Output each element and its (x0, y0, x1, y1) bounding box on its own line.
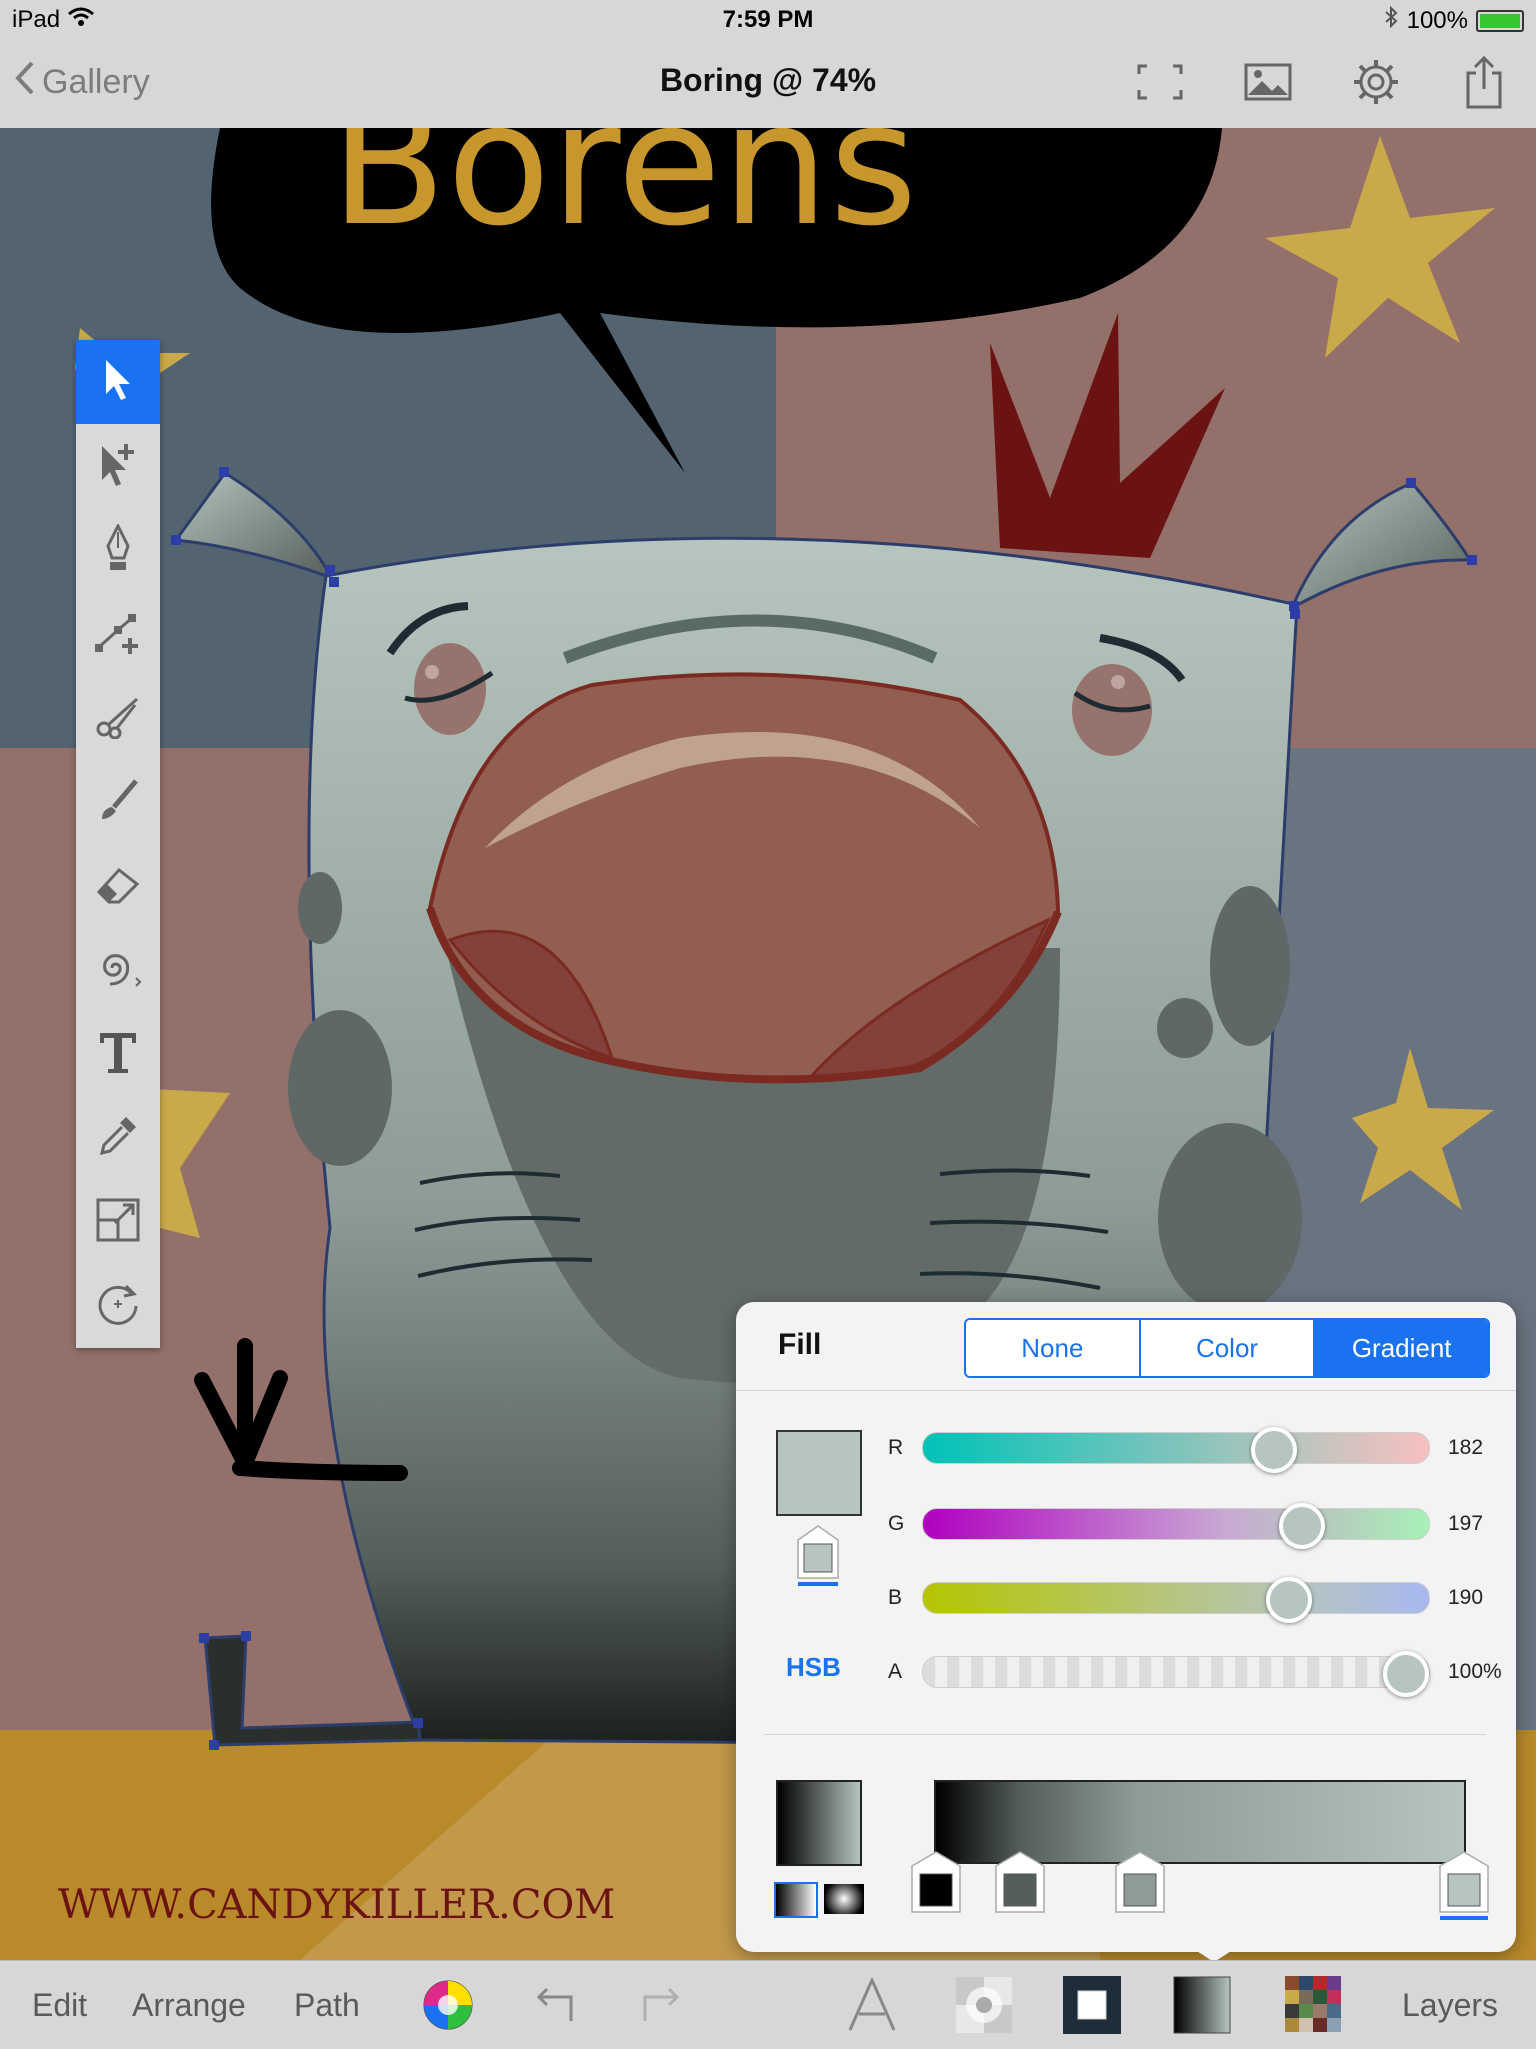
hsb-button[interactable]: HSB (786, 1652, 841, 1683)
gear-icon[interactable] (1348, 54, 1404, 110)
slider-track[interactable] (922, 1577, 1430, 1623)
gradient-stop[interactable] (1114, 1850, 1166, 1916)
layers-button[interactable]: Layers (1402, 1987, 1498, 2024)
radial-gradient-button[interactable] (824, 1884, 864, 1914)
edit-menu[interactable]: Edit (32, 1987, 87, 2024)
slider-a: A 100% (888, 1651, 1508, 1697)
brush-icon (96, 777, 140, 828)
mode-color-button[interactable]: Color (1138, 1320, 1314, 1376)
pen-icon (103, 522, 133, 577)
direct-select-tool[interactable] (76, 424, 160, 508)
slider-track[interactable] (922, 1651, 1430, 1697)
selected-stop-marker[interactable] (796, 1524, 840, 1586)
scale-tool[interactable] (76, 1180, 160, 1264)
speech-text: Borens (330, 128, 918, 264)
linear-gradient-button[interactable] (774, 1882, 818, 1918)
direct-select-icon (96, 440, 140, 493)
gradient-stop-selected[interactable] (1438, 1850, 1490, 1920)
select-tool[interactable] (76, 340, 160, 424)
pen-tool[interactable] (76, 508, 160, 592)
node-tool[interactable] (76, 592, 160, 676)
eyedropper-tool[interactable] (76, 1096, 160, 1180)
bluetooth-icon (1383, 5, 1399, 35)
fill-mode-selector: None Color Gradient (964, 1318, 1490, 1378)
slider-knob[interactable] (1383, 1651, 1429, 1697)
battery-percent: 100% (1406, 6, 1468, 34)
scale-icon (95, 1197, 141, 1248)
slider-label: G (888, 1512, 905, 1535)
swatches-icon[interactable] (1284, 1975, 1344, 2035)
stroke-icon[interactable] (1062, 1975, 1122, 2035)
rotate-icon (94, 1280, 142, 1333)
fill-icon[interactable] (1172, 1975, 1232, 2035)
slider-label: B (888, 1586, 903, 1609)
status-bar: iPad 7:59 PM 100% (0, 0, 1536, 40)
redo-icon[interactable] (630, 1975, 690, 2035)
color-wheel-icon[interactable] (418, 1975, 478, 2035)
slider-label: R (888, 1436, 904, 1459)
arrange-menu[interactable]: Arrange (132, 1987, 246, 2024)
slider-knob[interactable] (1265, 1577, 1312, 1623)
type-style-icon[interactable] (842, 1975, 902, 2035)
node-add-icon (94, 610, 142, 659)
status-time: 7:59 PM (722, 6, 814, 33)
slider-knob[interactable] (1278, 1503, 1325, 1549)
eraser-tool[interactable] (76, 844, 160, 928)
share-icon[interactable] (1456, 54, 1512, 110)
eraser-icon (95, 864, 141, 909)
slider-value: 182 (1448, 1436, 1484, 1459)
scissors-icon (95, 693, 141, 744)
bottom-toolbar: Edit Arrange Path Layers (0, 1960, 1536, 2049)
fill-title: Fill (778, 1328, 822, 1361)
image-icon[interactable] (1240, 54, 1296, 110)
scissors-tool[interactable] (76, 676, 160, 760)
gradient-stop[interactable] (910, 1850, 962, 1916)
slider-track[interactable] (922, 1427, 1430, 1473)
slider-label: A (888, 1660, 903, 1683)
mode-none-button[interactable]: None (966, 1320, 1139, 1376)
nav-bar: Gallery Boring @ 74% (0, 40, 1536, 129)
left-eye (414, 643, 486, 735)
spiral-icon (90, 944, 146, 997)
color-swatch[interactable] (776, 1430, 862, 1516)
path-menu[interactable]: Path (294, 1987, 360, 2024)
slider-b: B 190 (888, 1577, 1508, 1623)
opacity-icon[interactable] (954, 1975, 1014, 2035)
text-tool[interactable] (76, 1012, 160, 1096)
eyedropper-icon (96, 1113, 140, 1164)
brush-tool[interactable] (76, 760, 160, 844)
undo-icon[interactable] (526, 1975, 586, 2035)
slider-value: 190 (1448, 1586, 1484, 1609)
slider-g: G 197 (888, 1503, 1508, 1549)
gradient-preview[interactable] (776, 1780, 862, 1866)
slider-knob[interactable] (1251, 1427, 1298, 1473)
tool-palette (76, 340, 160, 1348)
fill-panel: Fill None Color Gradient HSB R 182 G 197… (736, 1302, 1516, 1952)
slider-r: R 182 (888, 1427, 1508, 1473)
mode-gradient-button[interactable]: Gradient (1313, 1320, 1488, 1376)
slider-track[interactable] (922, 1503, 1430, 1549)
select-icon (100, 356, 136, 409)
spiral-tool[interactable] (76, 928, 160, 1012)
slider-value: 100% (1448, 1660, 1502, 1683)
slider-value: 197 (1448, 1512, 1484, 1535)
fullscreen-icon[interactable] (1132, 54, 1188, 110)
website-text: WWW.CANDYKILLER.COM (58, 1882, 615, 1928)
rotate-tool[interactable] (76, 1264, 160, 1348)
battery-icon (1476, 9, 1524, 32)
text-icon (96, 1029, 140, 1080)
gradient-stop[interactable] (994, 1850, 1046, 1916)
